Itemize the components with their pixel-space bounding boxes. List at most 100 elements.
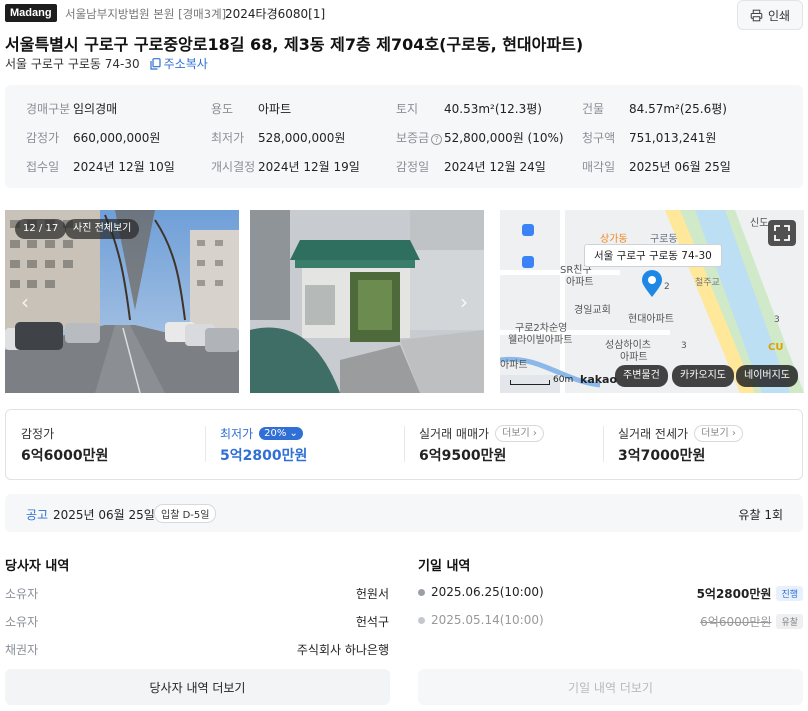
map-label: CU — [768, 342, 784, 353]
price-real-sale: 실거래 매매가 더보기 › 6억9500만원 — [404, 410, 604, 479]
map-label: 경일교회 — [574, 305, 611, 316]
court-name: 서울남부지방법원 본원 [경매3계] — [65, 7, 227, 21]
property-photo-entrance[interactable]: › — [250, 210, 484, 393]
real-sale-value: 6억9500만원 — [419, 448, 507, 464]
printer-icon — [750, 9, 763, 21]
real-lease-label: 실거래 전세가 — [618, 427, 689, 441]
real-lease-more-button[interactable]: 더보기 › — [694, 425, 743, 442]
info-label: 매각일 — [582, 160, 616, 174]
min-price-label: 최저가 — [220, 427, 254, 441]
fail-count: 유찰 1회 — [738, 508, 783, 522]
copy-icon — [150, 57, 161, 70]
party-role: 채권자 — [5, 643, 39, 657]
map-label: 현대아파트 — [628, 314, 674, 325]
info-value: 528,000,000원 — [258, 131, 346, 145]
info-label: 개시결정 — [211, 160, 256, 174]
prev-photo-arrow-icon[interactable]: ‹ — [21, 290, 29, 314]
schedule-dot — [418, 589, 425, 596]
info-value: 52,800,000원 (10%) — [444, 131, 564, 145]
sub-address-row: 서울 구로구 구로동 74-30 주소복사 — [5, 55, 208, 72]
schedule-price: 5억2800만원 — [696, 587, 772, 601]
min-price-discount-badge: 20% ⌄ — [259, 427, 303, 440]
auction-info-box: 경매구분 임의경매 용도 아파트 토지 40.53m²(12.3평) 건물 84… — [5, 85, 803, 188]
next-photo-arrow-icon[interactable]: › — [460, 290, 468, 314]
price-minimum: 최저가 20% ⌄ 5억2800만원 — [205, 410, 405, 479]
expand-icon — [774, 225, 790, 241]
parties-more-button[interactable]: 당사자 내역 더보기 — [5, 669, 390, 705]
info-label: 청구액 — [582, 131, 616, 145]
real-sale-more-button[interactable]: 더보기 › — [495, 425, 544, 442]
price-appraisal: 감정가 6억6000만원 — [6, 410, 206, 479]
map-label: 아파트 — [500, 360, 528, 371]
help-icon[interactable]: ? — [431, 134, 443, 145]
bus-stop-icon — [522, 256, 534, 268]
parties-more-label: 당사자 내역 더보기 — [149, 680, 246, 695]
map-label: 상가동 — [600, 234, 628, 245]
party-name: 헌석구 — [355, 615, 389, 629]
print-label: 인쇄 — [767, 8, 791, 23]
info-value: 40.53m²(12.3평) — [444, 102, 542, 116]
sub-address: 서울 구로구 구로동 74-30 — [5, 57, 140, 71]
info-label: 토지 — [396, 102, 419, 116]
schedule-title: 기일 내역 — [418, 559, 471, 574]
naver-map-button[interactable]: 네이버지도 — [736, 365, 798, 387]
real-lease-value: 3억7000만원 — [618, 448, 706, 464]
map-scale-label: 60m — [553, 375, 574, 385]
map-label: 3 — [681, 341, 687, 351]
price-summary: 감정가 6억6000만원 최저가 20% ⌄ 5억2800만원 실거래 매매가 더보… — [5, 409, 803, 480]
info-value: 2024년 12월 24일 — [444, 160, 546, 174]
party-role: 소유자 — [5, 615, 39, 629]
schedule-row: 2025.06.25(10:00) — [418, 585, 544, 599]
info-label: 최저가 — [211, 131, 245, 145]
kakao-map-button[interactable]: 카카오지도 — [672, 365, 734, 387]
copy-address-button[interactable]: 주소복사 — [150, 55, 208, 72]
info-value: 84.57m²(25.6평) — [629, 102, 727, 116]
min-price-value: 5억2800만원 — [220, 448, 308, 464]
fullscreen-button[interactable] — [768, 220, 796, 246]
map-label: 아파트 — [566, 277, 594, 288]
schedule-row-right: 5억2800만원 진행 — [697, 585, 803, 602]
entrance-photo-image — [250, 210, 484, 393]
notice-row: 공고 2025년 06월 25일 입찰 D-5일 유찰 1회 — [5, 494, 803, 532]
map-label: 2 — [664, 282, 670, 292]
info-value: 660,000,000원 — [73, 131, 161, 145]
notice-label: 공고 — [26, 508, 49, 522]
party-name: 헌원서 — [355, 587, 389, 601]
info-label: 감정일 — [396, 160, 430, 174]
map-label: 웰라이빌아파트 — [508, 335, 573, 346]
info-label-text: 보증금 — [396, 131, 430, 145]
nearby-items-button[interactable]: 주변물건 — [615, 365, 668, 387]
real-sale-label: 실거래 매매가 — [419, 427, 490, 441]
info-value: 2024년 12월 10일 — [73, 160, 175, 174]
parties-title: 당사자 내역 — [5, 559, 70, 574]
info-label: 경매구분 — [26, 102, 71, 116]
map-popup-text: 서울 구로구 구로동 74-30 — [594, 250, 712, 262]
map-label: 3 — [774, 315, 780, 325]
location-pin-icon — [642, 270, 662, 297]
schedule-row-right: 6억6000만원 유찰 — [700, 613, 803, 630]
map-label: 신도 — [750, 218, 769, 229]
header-row: Madang 서울남부지방법원 본원 [경매3계] 2024타경6080[1] … — [5, 0, 803, 30]
info-value: 임의경매 — [73, 102, 118, 116]
property-photo-street[interactable]: 12 / 17 사진 전체보기 ‹ — [5, 210, 239, 393]
schedule-more-button[interactable]: 기일 내역 더보기 — [418, 669, 803, 705]
info-value: 751,013,241원 — [629, 131, 717, 145]
copy-label: 주소복사 — [163, 57, 208, 71]
party-role: 소유자 — [5, 587, 39, 601]
more-text: 더보기 — [701, 428, 729, 439]
schedule-status-badge: 유찰 — [776, 614, 803, 629]
schedule-date: 2025.06.25(10:00) — [431, 585, 544, 599]
logo: Madang — [5, 4, 57, 22]
location-map[interactable]: 상가동 구로동 SR친구 아파트 경일교회 구로2차순영 웰라이빌아파트 현대아… — [500, 210, 804, 393]
badge-text: 20% — [264, 428, 287, 439]
info-label: 용도 — [211, 102, 234, 116]
notice-date: 2025년 06월 25일 — [53, 508, 155, 522]
photo-counter: 12 / 17 — [15, 219, 67, 239]
appraisal-label: 감정가 — [21, 427, 55, 441]
print-button[interactable]: 인쇄 — [737, 0, 803, 30]
info-value: 2025년 06월 25일 — [629, 160, 731, 174]
schedule-date: 2025.05.14(10:00) — [431, 613, 544, 627]
map-scale: 60m — [510, 375, 573, 385]
view-all-photos-button[interactable]: 사진 전체보기 — [65, 219, 140, 239]
bus-stop-icon — [522, 224, 534, 236]
